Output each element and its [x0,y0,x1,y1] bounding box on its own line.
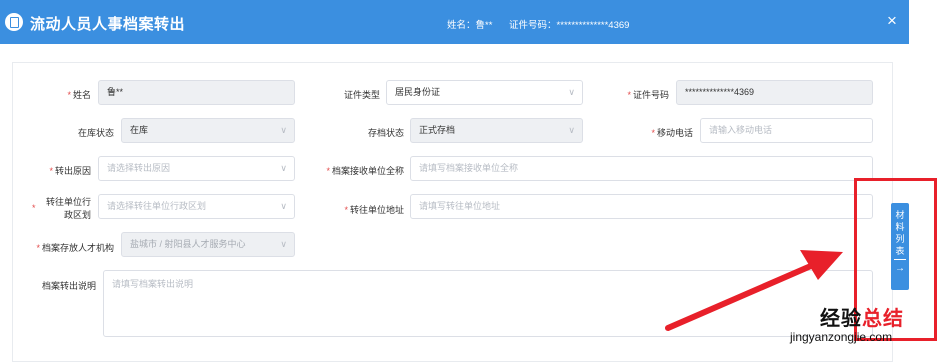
arrow-shaft [665,259,823,331]
annotation-arrow [665,250,843,331]
watermark-url: jingyanzongjie.com [790,330,893,344]
watermark-logo: 经验总结 [820,308,904,330]
